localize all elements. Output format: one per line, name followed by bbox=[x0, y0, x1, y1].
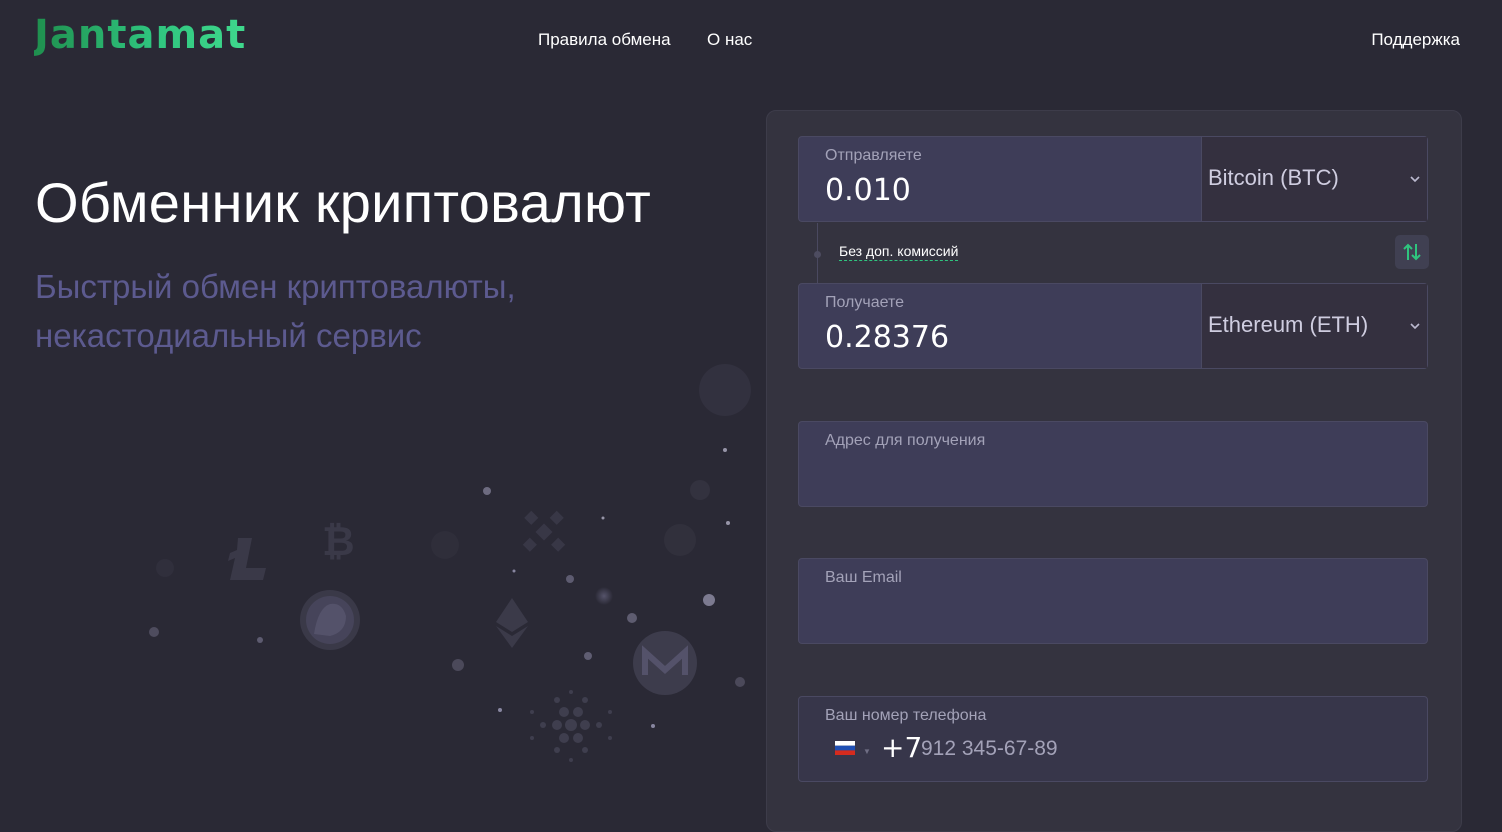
exchange-form: Отправляете 0.010 Bitcoin (BTC) Без доп.… bbox=[766, 110, 1462, 832]
nav-support[interactable]: Поддержка bbox=[1371, 30, 1460, 50]
ethereum-icon bbox=[496, 598, 528, 648]
nav-about[interactable]: О нас bbox=[707, 30, 752, 50]
monero-icon bbox=[633, 631, 697, 695]
timeline-dot bbox=[814, 251, 821, 258]
email-field[interactable]: Ваш Email bbox=[798, 558, 1428, 644]
email-label: Ваш Email bbox=[825, 569, 902, 586]
litecoin-icon bbox=[228, 538, 266, 580]
swap-button[interactable] bbox=[1395, 235, 1429, 269]
binance-icon bbox=[522, 510, 566, 552]
swap-arrows-icon bbox=[1403, 243, 1421, 261]
chevron-down-icon bbox=[1410, 323, 1420, 330]
no-commission-link[interactable]: Без доп. комиссий bbox=[839, 243, 959, 261]
send-currency-select[interactable]: Bitcoin (BTC) bbox=[1201, 137, 1427, 221]
phone-country-code: +7 bbox=[881, 731, 923, 764]
phone-field[interactable]: Ваш номер телефона ▼ +7 912 345-67-89 bbox=[798, 696, 1428, 782]
send-amount-input[interactable]: 0.010 bbox=[825, 173, 911, 208]
send-currency-name: Bitcoin (BTC) bbox=[1208, 165, 1339, 190]
address-label: Адрес для получения bbox=[825, 432, 986, 449]
receive-label: Получаете bbox=[825, 294, 905, 311]
phone-label: Ваш номер телефона bbox=[825, 707, 987, 724]
svg-text:₿: ₿ bbox=[322, 519, 355, 565]
russia-flag-icon[interactable] bbox=[835, 741, 855, 755]
send-label: Отправляете bbox=[825, 147, 922, 164]
receive-currency-select[interactable]: Ethereum (ETH) bbox=[1201, 284, 1427, 368]
receive-currency-name: Ethereum (ETH) bbox=[1208, 312, 1369, 337]
receive-amount-input[interactable]: 0.28376 bbox=[825, 320, 949, 355]
crypto-decor: ₿ bbox=[149, 364, 751, 762]
chevron-down-icon bbox=[1410, 176, 1420, 183]
nav-exchange-rules[interactable]: Правила обмена bbox=[538, 30, 671, 50]
bitcoin-icon: ₿ bbox=[322, 519, 355, 565]
address-field[interactable]: Адрес для получения bbox=[798, 421, 1428, 507]
page-title: Обменник криптовалют bbox=[35, 171, 652, 234]
caret-down-icon[interactable]: ▼ bbox=[863, 747, 871, 756]
dogecoin-icon bbox=[300, 590, 360, 650]
receive-amount-field[interactable]: Получаете 0.28376 Ethereum (ETH) bbox=[798, 283, 1428, 369]
brand-logo[interactable]: Jantamat bbox=[34, 12, 246, 58]
cardano-icon bbox=[530, 690, 612, 762]
send-amount-field[interactable]: Отправляете 0.010 Bitcoin (BTC) bbox=[798, 136, 1428, 222]
phone-input[interactable]: 912 345-67-89 bbox=[921, 737, 1058, 761]
